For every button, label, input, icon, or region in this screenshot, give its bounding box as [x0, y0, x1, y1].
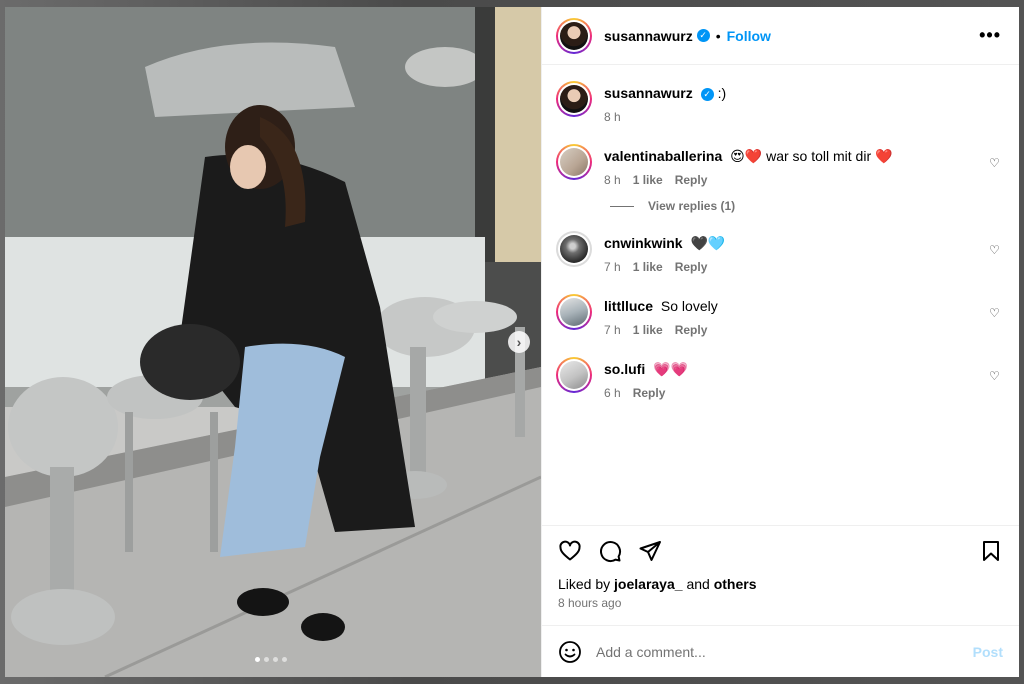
author-username[interactable]: susannawurz [604, 28, 693, 44]
comment-text: 🖤🩵 [690, 235, 726, 251]
like-comment-heart-icon[interactable]: ♡ [989, 369, 1001, 383]
comment-username[interactable]: so.lufi [604, 361, 645, 377]
liked-by: Liked by joelaraya_ and others [558, 576, 1003, 592]
comment-likes[interactable]: 1 like [633, 323, 663, 337]
view-replies-label: View replies (1) [648, 199, 736, 213]
carousel-dot [273, 657, 278, 662]
comment-time[interactable]: 8 h [604, 173, 621, 187]
carousel-dot [255, 657, 260, 662]
avatar-image [560, 148, 588, 176]
view-replies-button[interactable]: View replies (1) [610, 199, 1005, 213]
reply-button[interactable]: Reply [675, 323, 708, 337]
comment-username[interactable]: littlluce [604, 298, 653, 314]
comment-username[interactable]: valentinaballerina [604, 148, 722, 164]
post-timestamp[interactable]: 8 hours ago [558, 596, 1003, 610]
comment-time[interactable]: 8 h [604, 110, 621, 124]
author-avatar[interactable] [556, 17, 592, 54]
liked-by-others[interactable]: others [714, 576, 757, 592]
emoji-icon[interactable] [558, 640, 582, 664]
carousel-indicator [255, 657, 287, 662]
comment-likes[interactable]: 1 like [633, 173, 663, 187]
replies-divider [610, 205, 634, 207]
comment-input[interactable] [596, 643, 973, 660]
post-header: susannawurz ✓ • Follow ••• [542, 7, 1019, 65]
comment-time[interactable]: 7 h [604, 323, 621, 337]
avatar-image [560, 361, 588, 389]
comment-icon[interactable] [598, 539, 622, 563]
avatar-image [560, 85, 588, 113]
comment-avatar[interactable] [556, 357, 592, 393]
post-comment-button[interactable]: Post [973, 644, 1003, 660]
comment-avatar[interactable] [556, 294, 592, 330]
comment-username[interactable]: cnwinkwink [604, 235, 683, 251]
reply-button[interactable]: Reply [633, 386, 666, 400]
liked-by-user[interactable]: joelaraya_ [614, 576, 683, 592]
comment-time[interactable]: 7 h [604, 260, 621, 274]
comment-text: :) [717, 85, 727, 101]
carousel-dot [282, 657, 287, 662]
reply-button[interactable]: Reply [675, 173, 708, 187]
comment-composer: Post [542, 625, 1019, 677]
liked-by-prefix: Liked by [558, 576, 611, 592]
avatar-image [560, 235, 588, 263]
more-options-icon[interactable]: ••• [979, 25, 1001, 46]
reply-button[interactable]: Reply [675, 260, 708, 274]
carousel-next-button[interactable]: › [508, 331, 530, 353]
liked-by-joiner: and [686, 576, 710, 592]
comment-avatar[interactable] [556, 144, 592, 180]
like-comment-heart-icon[interactable]: ♡ [989, 156, 1001, 170]
comment-avatar[interactable] [556, 81, 592, 117]
comment-text: 😍❤️ war so toll mit dir ❤️ [730, 148, 893, 164]
comment-text: 💗💗 [653, 361, 688, 377]
header-separator: • [715, 27, 721, 44]
share-icon[interactable] [638, 539, 662, 563]
comment-row: littlluce So lovely 7 h 1 like Reply ♡ [556, 294, 1005, 337]
post-modal: › susannawurz ✓ • Follow ••• susannawurz… [5, 7, 1019, 677]
photo-illustration [5, 7, 541, 677]
carousel-dot [264, 657, 269, 662]
post-sidebar: susannawurz ✓ • Follow ••• susannawurz ✓ … [541, 7, 1019, 677]
comment-row: so.lufi 💗💗 6 h Reply ♡ [556, 357, 1005, 400]
comment-row: cnwinkwink 🖤🩵 7 h 1 like Reply ♡ [556, 231, 1005, 274]
comments-list: susannawurz ✓ :) 8 h valentinaballerina 😍… [542, 65, 1019, 525]
like-comment-heart-icon[interactable]: ♡ [989, 306, 1001, 320]
comment-text: So lovely [660, 298, 718, 314]
avatar-image [560, 298, 588, 326]
post-photo[interactable]: › [5, 7, 541, 677]
post-actions: Liked by joelaraya_ and others 8 hours a… [542, 525, 1019, 625]
heart-icon[interactable] [558, 539, 582, 563]
comment-time[interactable]: 6 h [604, 386, 621, 400]
caption-row: susannawurz ✓ :) 8 h [556, 81, 1005, 124]
comment-row: valentinaballerina 😍❤️ war so toll mit d… [556, 144, 1005, 187]
bookmark-icon[interactable] [979, 539, 1003, 563]
avatar-image [560, 21, 588, 50]
verified-badge-icon: ✓ [696, 29, 710, 42]
comment-username[interactable]: susannawurz [604, 85, 693, 101]
follow-button[interactable]: Follow [727, 28, 771, 44]
comment-likes[interactable]: 1 like [633, 260, 663, 274]
like-comment-heart-icon[interactable]: ♡ [989, 243, 1001, 257]
verified-badge-icon: ✓ [700, 87, 714, 101]
comment-avatar[interactable] [556, 231, 592, 267]
